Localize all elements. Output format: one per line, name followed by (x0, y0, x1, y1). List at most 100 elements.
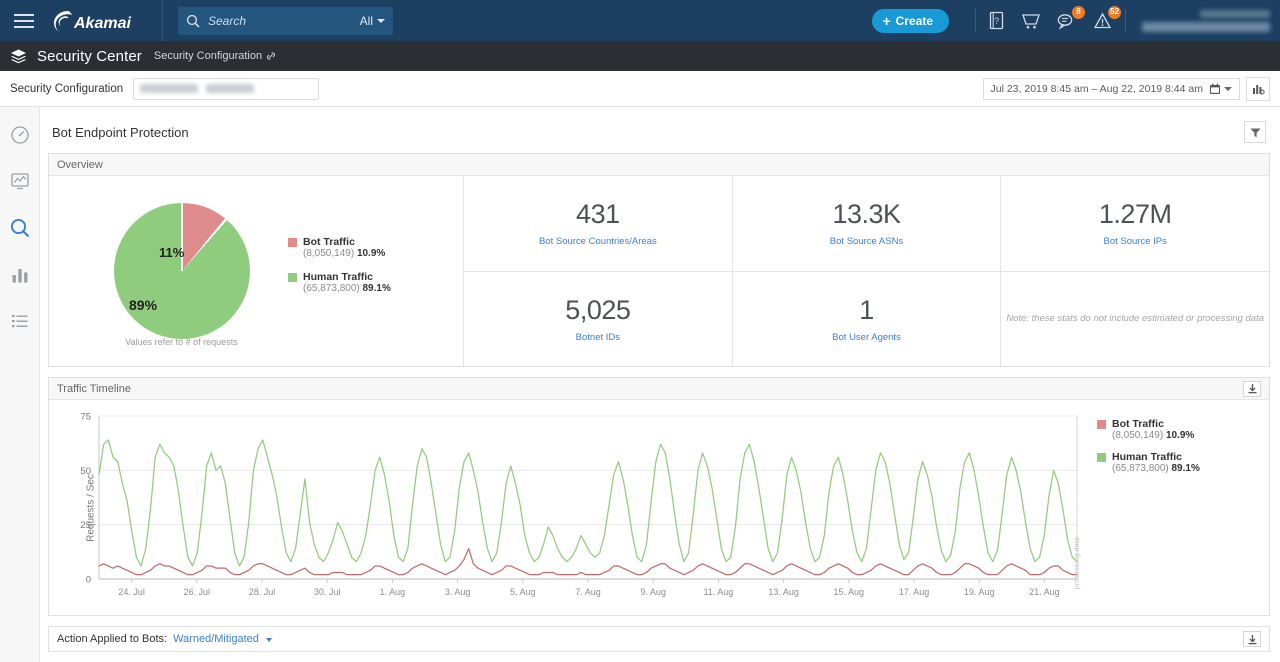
action-applied-row: Action Applied to Bots: Warned/Mitigated (49, 627, 1269, 651)
divider (1125, 8, 1126, 33)
cart-icon[interactable] (1021, 12, 1041, 30)
link-icon (267, 52, 276, 60)
pie-graphic[interactable] (113, 203, 250, 339)
breadcrumb-label: Security Configuration (153, 50, 263, 62)
search-scope-label: All (359, 13, 373, 28)
svg-text:?: ? (994, 16, 999, 26)
page-title: Security Center (37, 47, 142, 65)
stat-label[interactable]: Botnet IDs (576, 332, 620, 343)
svg-text:13. Aug: 13. Aug (768, 587, 799, 597)
svg-text:11. Aug: 11. Aug (703, 587, 733, 597)
chevron-down-icon (377, 18, 385, 23)
svg-text:75: 75 (80, 412, 91, 423)
stat-value: 1 (859, 294, 874, 325)
main-layout: Bot Endpoint Protection Overview 11% 89%… (0, 107, 1280, 662)
search-scope-dropdown[interactable]: All (360, 14, 385, 28)
monitor-icon (10, 173, 29, 190)
report-title: Bot Endpoint Protection (52, 124, 189, 140)
legend-detail-bot: (8,050,149) 10.9% (303, 248, 391, 259)
filter-button[interactable] (1244, 121, 1266, 143)
legend-pct-bot: 10.9% (356, 248, 386, 259)
action-applied-dropdown[interactable]: Warned/Mitigated (173, 633, 272, 645)
legend-item[interactable]: Human Traffic (65,873,800) 89.1% (1097, 451, 1269, 474)
create-button[interactable]: + Create (872, 8, 949, 33)
legend-label-bot: Bot Traffic (1112, 418, 1164, 430)
svg-text:26. Jul: 26. Jul (184, 587, 211, 597)
svg-text:15. Aug: 15. Aug (834, 587, 865, 597)
sidebar-item-monitor[interactable] (10, 171, 30, 191)
application-bar: Security Center Security Configuration (0, 41, 1280, 71)
stat-label[interactable]: Bot Source IPs (1103, 236, 1166, 247)
stat-label[interactable]: Bot Source Countries/Areas (539, 236, 657, 247)
akamai-logo[interactable]: Akamai (48, 8, 162, 34)
help-icon[interactable]: ? (988, 11, 1005, 30)
stat-card-user-agents[interactable]: 1 Bot User Agents (733, 271, 1002, 366)
global-top-bar: Akamai Search All + Create ? 8 52 (0, 0, 1280, 41)
user-name-redacted (1200, 9, 1270, 18)
pie-wrapper: 11% 89% Values refer to # of requests (89, 203, 274, 347)
legend-swatch-bot (288, 237, 297, 247)
date-range-picker[interactable]: Jul 23, 2019 8:45 am – Aug 22, 2019 8:44… (982, 77, 1240, 100)
overview-panel: Overview 11% 89% Values refer to # of re… (48, 153, 1270, 367)
legend-item[interactable]: Bot Traffic (8,050,149) 10.9% (1097, 418, 1269, 441)
search-input-placeholder: Search (208, 13, 247, 28)
stat-value: 1.27M (1098, 199, 1172, 230)
dashboard-icon (10, 126, 29, 144)
layers-icon (10, 48, 27, 64)
sidebar-item-dashboard[interactable] (10, 125, 30, 145)
legend-detail-human: (65,873,800) 89.1% (1112, 463, 1269, 474)
stat-card-asns[interactable]: 13.3K Bot Source ASNs (733, 176, 1002, 271)
date-range-controls: Jul 23, 2019 8:45 am – Aug 22, 2019 8:44… (982, 76, 1270, 101)
user-account-menu[interactable] (1142, 9, 1270, 32)
chat-badge: 8 (1072, 5, 1085, 19)
security-configuration-select[interactable] (133, 77, 320, 100)
overview-panel-header: Overview (49, 154, 1269, 176)
timeline-chart[interactable]: Requests / Sec 0 25 50 75 24. Jul 26. Jul 28. … (49, 400, 1089, 615)
list-icon (11, 315, 27, 328)
alert-icon[interactable]: 52 (1093, 5, 1121, 30)
stat-value: 13.3K (832, 199, 901, 230)
stats-row-bottom: 5,025 Botnet IDs 1 Bot User Agents Note:… (464, 271, 1269, 367)
sidebar-item-reports[interactable] (10, 265, 30, 285)
stat-card-ips[interactable]: 1.27M Bot Source IPs (1001, 176, 1269, 271)
left-rail-nav (0, 107, 40, 662)
sidebar-item-list[interactable] (10, 311, 30, 331)
legend-count-bot: (8,050,149) (303, 248, 355, 259)
stat-label[interactable]: Bot User Agents (832, 332, 901, 343)
stat-card-countries[interactable]: 431 Bot Source Countries/Areas (464, 176, 733, 271)
top-bar-right-cluster: + Create ? 8 52 (872, 0, 1280, 41)
hamburger-menu-icon[interactable] (0, 13, 48, 28)
plus-icon: + (882, 12, 891, 29)
legend-count-bot: (8,050,149) (1112, 430, 1164, 441)
global-search[interactable]: Search All (178, 6, 393, 35)
breadcrumb[interactable]: Security Configuration (154, 50, 276, 62)
stat-card-botnet-ids[interactable]: 5,025 Botnet IDs (464, 271, 733, 366)
date-range-label: Jul 23, 2019 8:45 am – Aug 22, 2019 8:44… (990, 82, 1204, 95)
sidebar-item-search[interactable] (9, 217, 31, 239)
config-value-redacted (140, 84, 199, 93)
overview-panel-title: Overview (57, 158, 103, 171)
stats-note-text: Note: these stats do not include estimat… (1006, 312, 1265, 324)
legend-pct-human: 89.1% (1171, 463, 1200, 474)
legend-count-human: (65,873,800) (1112, 463, 1169, 474)
action-download-button[interactable] (1243, 631, 1261, 647)
y-axis-title: Requests / Sec (85, 473, 97, 542)
stats-disclaimer: Note: these stats do not include estimat… (1001, 272, 1269, 367)
pie-legend: Bot Traffic (8,050,149) 10.9% Human Traf… (288, 236, 391, 306)
svg-text:9. Aug: 9. Aug (640, 587, 666, 597)
timeline-body: Requests / Sec 0 25 50 75 24. Jul 26. Jul 28. … (49, 400, 1269, 615)
stat-label[interactable]: Bot Source ASNs (830, 236, 903, 247)
svg-text:30. Jul: 30. Jul (314, 587, 341, 597)
download-icon (1248, 384, 1256, 394)
legend-item[interactable]: Human Traffic (65,873,800) 89.1% (288, 271, 391, 294)
stat-value: 431 (576, 199, 620, 230)
legend-swatch-human (288, 272, 297, 282)
search-icon (186, 14, 200, 28)
timeline-download-button[interactable] (1243, 380, 1261, 397)
legend-label-human: Human Traffic (303, 271, 374, 283)
chart-options-button[interactable] (1246, 76, 1270, 101)
legend-item[interactable]: Bot Traffic (8,050,149) 10.9% (288, 236, 391, 259)
chat-icon[interactable]: 8 (1057, 5, 1085, 30)
action-applied-panel: Action Applied to Bots: Warned/Mitigated (48, 626, 1270, 652)
calendar-button[interactable] (1209, 83, 1232, 95)
